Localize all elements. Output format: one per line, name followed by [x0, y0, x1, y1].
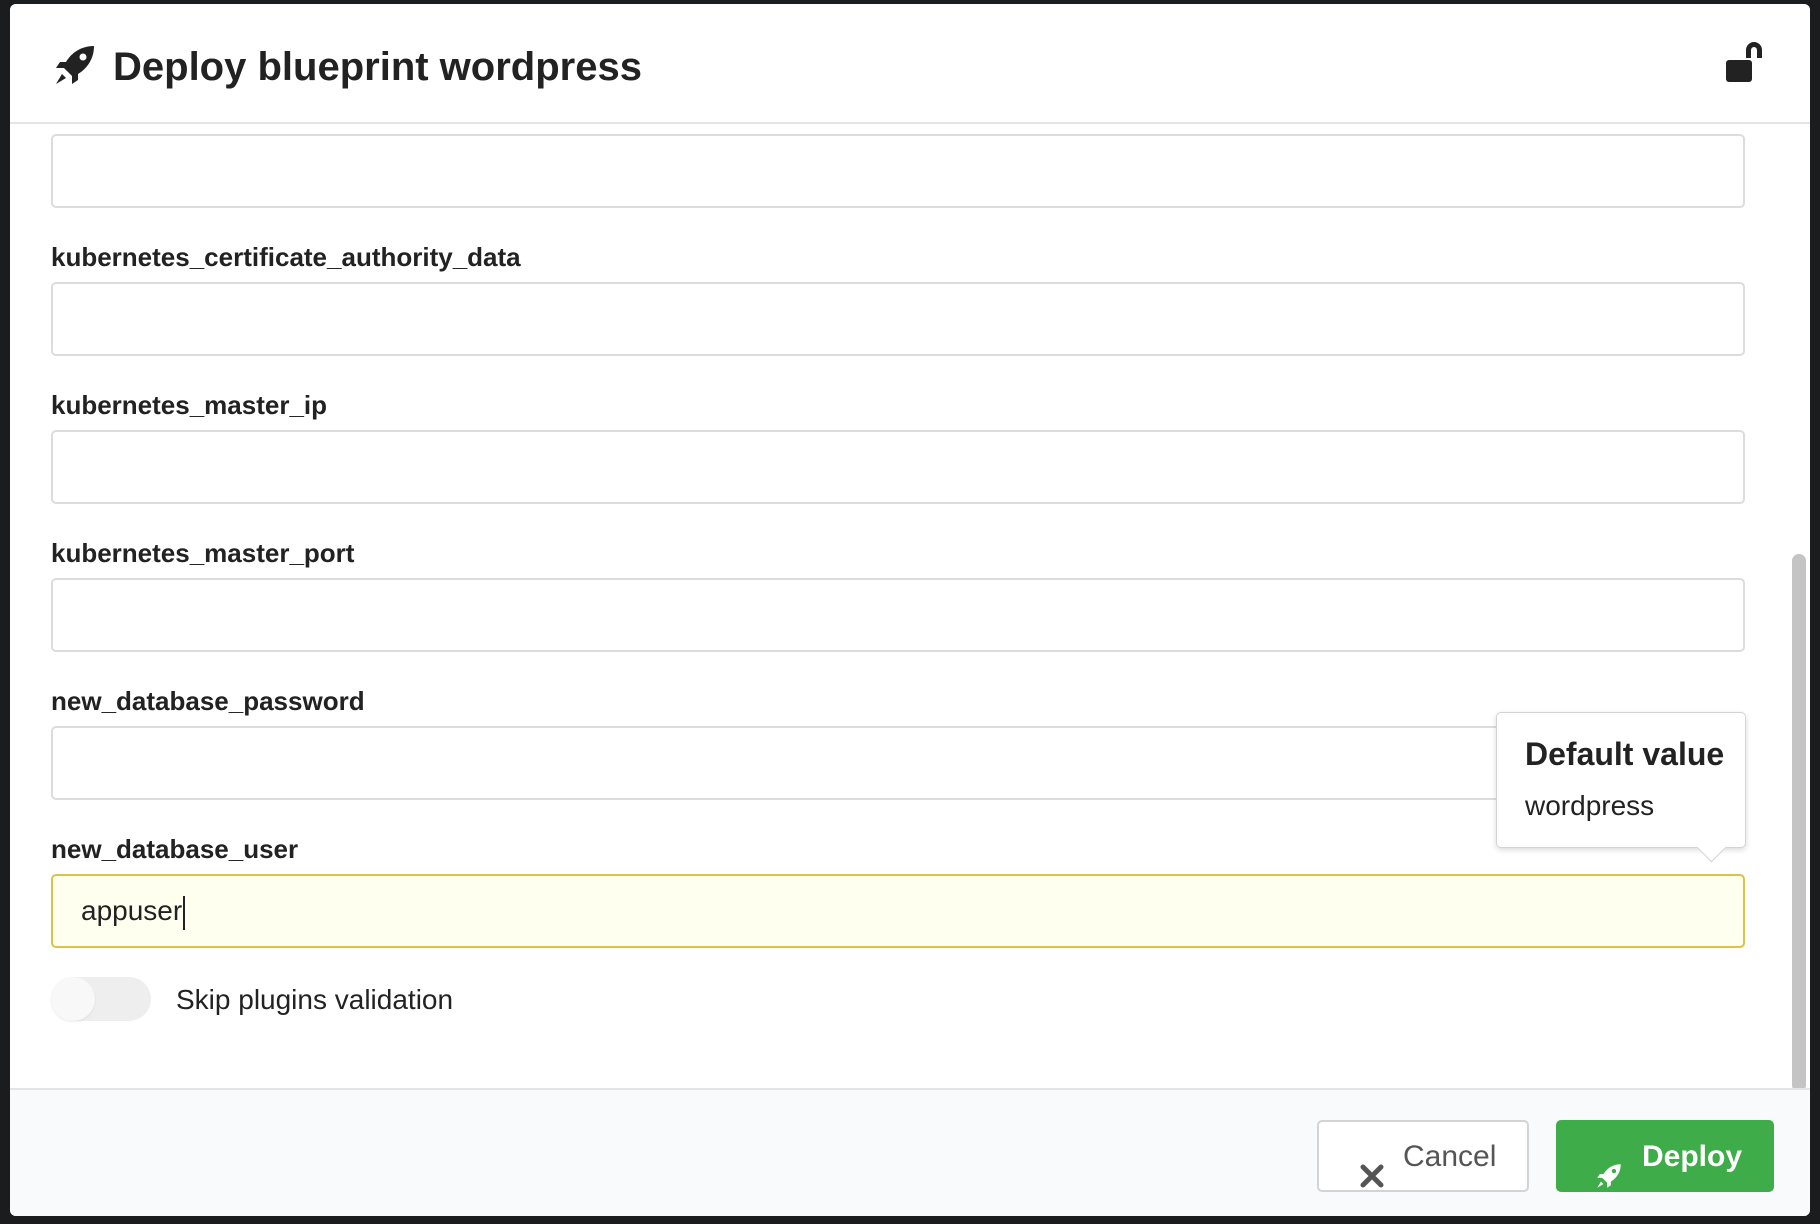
- field-input-kubernetes-master-ip[interactable]: [51, 430, 1745, 504]
- deploy-button-label: Deploy: [1642, 1140, 1743, 1173]
- field-input-new-database-user[interactable]: appuser: [51, 874, 1745, 948]
- field-input-unknown[interactable]: [51, 134, 1745, 208]
- tooltip-value: wordpress: [1525, 790, 1655, 821]
- default-value-tooltip: Default value wordpress: [1496, 712, 1746, 863]
- tooltip-arrow: [1696, 832, 1727, 863]
- modal-body: kubernetes_certificate_authority_data ku…: [10, 124, 1810, 1088]
- field-input-value: appuser: [81, 895, 183, 926]
- field-input-kubernetes-master-port[interactable]: [51, 578, 1745, 652]
- tooltip-title: Default value: [1525, 736, 1725, 772]
- modal-header: Deploy blueprint wordpress: [10, 4, 1810, 124]
- field-input-new-database-password[interactable]: [51, 726, 1745, 800]
- modal-title: Deploy blueprint wordpress: [113, 45, 642, 89]
- rocket-icon: [54, 44, 96, 86]
- skip-plugins-validation-label: Skip plugins validation: [176, 984, 454, 1015]
- scrollbar-thumb[interactable]: [1792, 554, 1806, 1092]
- field-label-kubernetes-master-port: kubernetes_master_port: [51, 538, 355, 568]
- text-caret: [183, 895, 186, 930]
- deploy-button[interactable]: Deploy: [1556, 1120, 1774, 1192]
- rocket-icon: [1596, 1145, 1622, 1188]
- deploy-modal: Deploy blueprint wordpress kubernetes_ce…: [10, 4, 1810, 1216]
- cancel-button-label: Cancel: [1403, 1140, 1497, 1173]
- field-input-kubernetes-certificate-authority-data[interactable]: [51, 282, 1745, 356]
- toggle-knob: [51, 977, 95, 1021]
- field-label-new-database-password: new_database_password: [51, 686, 365, 716]
- field-label-kubernetes-master-ip: kubernetes_master_ip: [51, 390, 328, 420]
- field-label-kubernetes-certificate-authority-data: kubernetes_certificate_authority_data: [51, 242, 521, 272]
- close-icon: [1359, 1145, 1385, 1188]
- skip-plugins-validation-toggle[interactable]: [51, 977, 151, 1021]
- field-label-new-database-user: new_database_user: [51, 834, 299, 864]
- unlock-icon[interactable]: [1724, 42, 1768, 86]
- modal-footer: Cancel Deploy: [10, 1088, 1810, 1216]
- cancel-button[interactable]: Cancel: [1317, 1120, 1529, 1192]
